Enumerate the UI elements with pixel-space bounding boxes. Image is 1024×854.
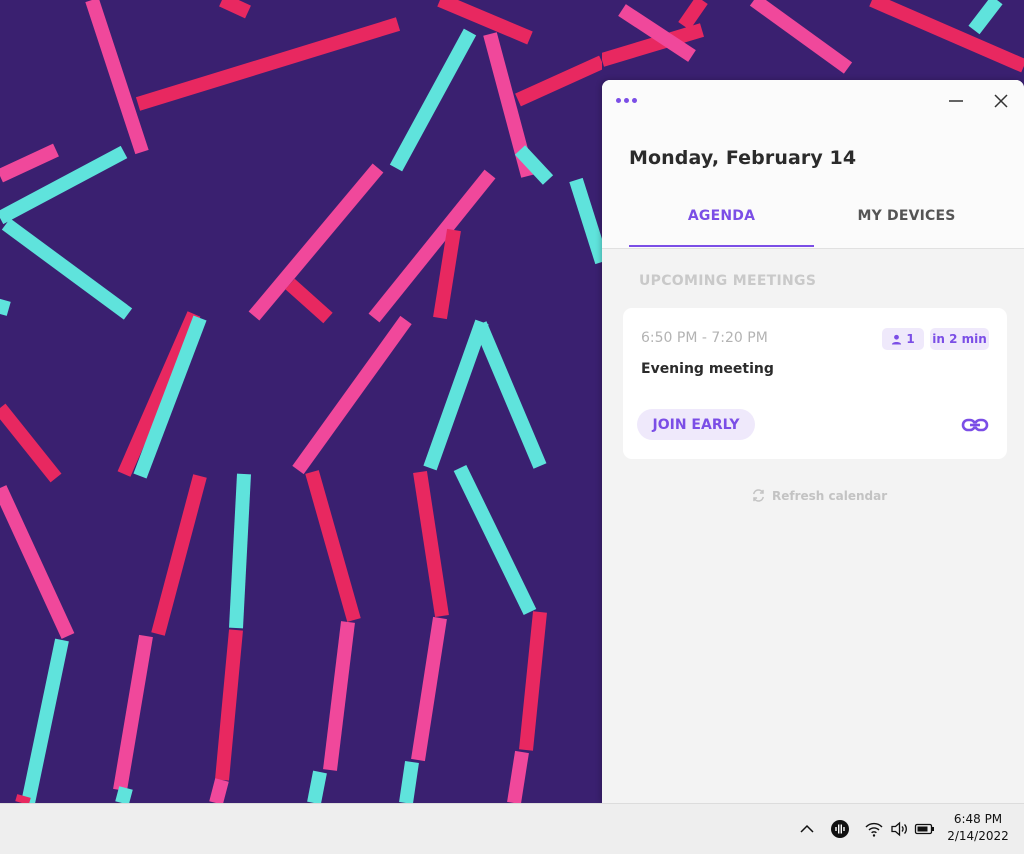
meeting-time: 6:50 PM - 7:20 PM xyxy=(641,330,768,346)
chevron-up-icon xyxy=(800,824,814,833)
page-title: Monday, February 14 xyxy=(629,147,857,169)
clock-time: 6:48 PM xyxy=(953,812,1003,826)
taskbar: 6:48 PM 2/14/2022 xyxy=(0,803,1024,854)
attendee-count-badge: 1 xyxy=(882,328,924,350)
wallpaper-pattern xyxy=(0,0,602,803)
battery-icon xyxy=(914,823,934,835)
network-button[interactable] xyxy=(863,818,885,840)
clock-date: 2/14/2022 xyxy=(947,829,1009,843)
minimize-icon xyxy=(949,100,963,102)
meeting-app-window: Monday, February 14 AGENDA MY DEVICES UP… xyxy=(602,80,1024,803)
system-clock[interactable]: 6:48 PM 2/14/2022 xyxy=(938,811,1018,845)
show-hidden-icons-button[interactable] xyxy=(796,818,818,840)
minimize-button[interactable] xyxy=(944,89,968,113)
speaker-icon xyxy=(891,821,907,837)
close-icon xyxy=(994,94,1008,108)
tab-my-devices[interactable]: MY DEVICES xyxy=(814,208,999,224)
join-early-button[interactable]: JOIN EARLY xyxy=(637,409,755,440)
active-tab-indicator xyxy=(629,245,814,247)
app-tray-button[interactable] xyxy=(829,818,851,840)
battery-button[interactable] xyxy=(914,818,936,840)
refresh-calendar-button[interactable]: Refresh calendar xyxy=(751,488,887,503)
volume-button[interactable] xyxy=(889,818,911,840)
close-button[interactable] xyxy=(989,89,1013,113)
attendee-count: 1 xyxy=(906,332,915,346)
countdown-badge: in 2 min xyxy=(930,328,989,350)
refresh-icon xyxy=(753,489,764,502)
app-header: Monday, February 14 AGENDA MY DEVICES xyxy=(602,80,1024,249)
section-title: UPCOMING MEETINGS xyxy=(639,273,817,289)
meeting-card[interactable]: 6:50 PM - 7:20 PM 1 in 2 min Evening mee… xyxy=(623,308,1007,459)
wifi-icon xyxy=(865,822,883,837)
wallpaper-pattern-top xyxy=(602,0,1024,74)
tab-agenda[interactable]: AGENDA xyxy=(629,208,814,224)
more-options-icon[interactable] xyxy=(616,95,646,105)
link-icon xyxy=(961,418,989,432)
person-icon xyxy=(892,334,902,345)
copy-link-button[interactable] xyxy=(961,413,989,437)
meeting-title: Evening meeting xyxy=(641,361,774,377)
refresh-label: Refresh calendar xyxy=(772,488,888,503)
audio-waveform-icon xyxy=(831,820,849,838)
